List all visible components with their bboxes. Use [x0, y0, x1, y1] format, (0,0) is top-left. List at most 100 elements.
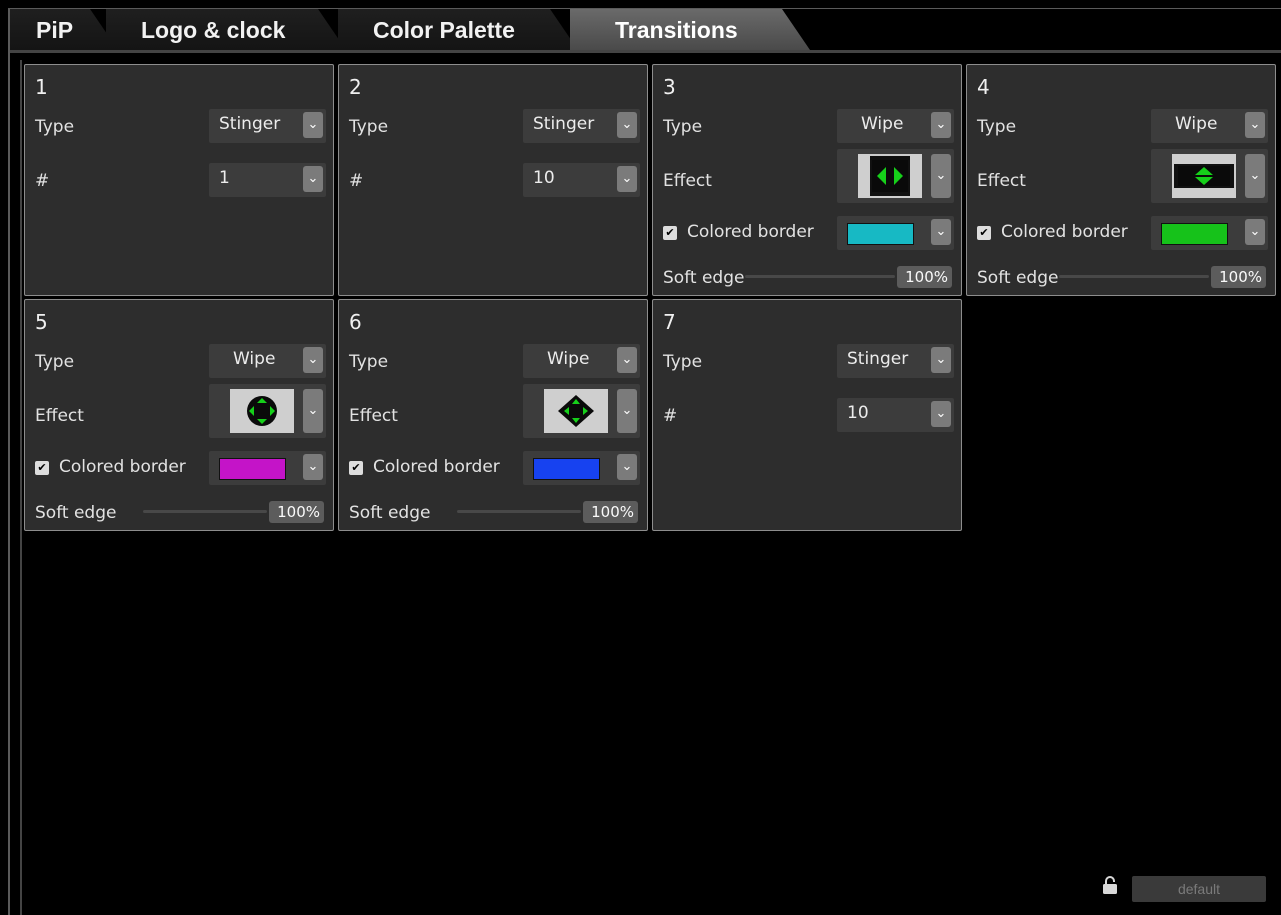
- chevron-down-icon: ⌄: [931, 347, 951, 373]
- stinger-number-select[interactable]: 1 ⌄: [209, 163, 326, 197]
- panel-number: 1: [35, 75, 48, 99]
- tab-color-palette[interactable]: Color Palette: [338, 9, 578, 50]
- panel-number: 5: [35, 310, 48, 334]
- transition-panel-3: 3 Type Wipe ⌄ Effect ⌄ ✔ Colored border …: [652, 64, 962, 296]
- horizontal-split-wipe-icon: [858, 154, 922, 198]
- effect-label: Effect: [349, 406, 398, 426]
- effect-select[interactable]: ⌄: [209, 384, 326, 438]
- panel-number: 6: [349, 310, 362, 334]
- chevron-down-icon: ⌄: [303, 112, 323, 138]
- colored-border-checkbox[interactable]: ✔: [977, 226, 991, 240]
- panel-number: 2: [349, 75, 362, 99]
- type-label: Type: [349, 117, 389, 137]
- transition-panel-2: 2 Type Stinger ⌄ # 10 ⌄: [338, 64, 648, 296]
- chevron-down-icon: ⌄: [931, 112, 951, 138]
- chevron-down-icon: ⌄: [931, 401, 951, 427]
- effect-select[interactable]: ⌄: [523, 384, 640, 438]
- soft-edge-slider[interactable]: [457, 510, 581, 513]
- chevron-down-icon: ⌄: [931, 219, 951, 245]
- type-select[interactable]: Stinger ⌄: [209, 109, 326, 143]
- chevron-down-icon: ⌄: [303, 454, 323, 480]
- stinger-number-select[interactable]: 10 ⌄: [837, 398, 954, 432]
- vertical-split-wipe-icon: [1172, 154, 1236, 198]
- type-select-value: Stinger: [533, 114, 595, 134]
- chevron-down-icon: ⌄: [1245, 219, 1265, 245]
- type-label: Type: [663, 117, 703, 137]
- type-select-value: Wipe: [861, 114, 904, 134]
- chevron-down-icon: ⌄: [303, 389, 323, 433]
- type-label: Type: [663, 352, 703, 372]
- soft-edge-label: Soft edge: [35, 503, 117, 523]
- soft-edge-label: Soft edge: [349, 503, 431, 523]
- chevron-down-icon: ⌄: [303, 166, 323, 192]
- colored-border-checkbox[interactable]: ✔: [663, 226, 677, 240]
- stinger-number-value: 10: [847, 403, 869, 423]
- transition-panel-1: 1 Type Stinger ⌄ # 1 ⌄: [24, 64, 334, 296]
- circle-wipe-icon: [230, 389, 294, 433]
- soft-edge-slider[interactable]: [1059, 275, 1209, 278]
- type-select-value: Wipe: [1175, 114, 1218, 134]
- border-color-select[interactable]: ⌄: [837, 216, 954, 250]
- soft-edge-slider[interactable]: [143, 510, 267, 513]
- effect-label: Effect: [663, 171, 712, 191]
- colored-border-checkbox[interactable]: ✔: [349, 461, 363, 475]
- colored-border-checkbox[interactable]: ✔: [35, 461, 49, 475]
- soft-edge-value[interactable]: 100%: [897, 266, 952, 288]
- border-color-swatch: [847, 223, 914, 245]
- type-select-value: Wipe: [547, 349, 590, 369]
- chevron-down-icon: ⌄: [303, 347, 323, 373]
- tab-transitions-label: Transitions: [615, 17, 738, 43]
- type-label: Type: [35, 352, 75, 372]
- tab-divider: [10, 50, 1281, 53]
- stinger-number-select[interactable]: 10 ⌄: [523, 163, 640, 197]
- chevron-down-icon: ⌄: [617, 454, 637, 480]
- type-select-value: Wipe: [233, 349, 276, 369]
- border-color-swatch: [533, 458, 600, 480]
- type-label: Type: [349, 352, 389, 372]
- border-color-select[interactable]: ⌄: [1151, 216, 1268, 250]
- chevron-down-icon: ⌄: [1245, 112, 1265, 138]
- effect-select[interactable]: ⌄: [1151, 149, 1268, 203]
- type-select[interactable]: Wipe ⌄: [209, 344, 326, 378]
- border-color-select[interactable]: ⌄: [523, 451, 640, 485]
- tab-transitions[interactable]: Transitions: [570, 9, 810, 50]
- tab-logo-clock-label: Logo & clock: [141, 17, 286, 43]
- border-color-swatch: [219, 458, 286, 480]
- diamond-wipe-icon: [544, 389, 608, 433]
- type-select[interactable]: Wipe ⌄: [837, 109, 954, 143]
- default-button[interactable]: default: [1132, 876, 1266, 902]
- type-label: Type: [977, 117, 1017, 137]
- colored-border-label: Colored border: [1001, 222, 1128, 242]
- chevron-down-icon: ⌄: [617, 347, 637, 373]
- type-select[interactable]: Wipe ⌄: [523, 344, 640, 378]
- chevron-down-icon: ⌄: [617, 166, 637, 192]
- tab-logo-clock[interactable]: Logo & clock: [106, 9, 346, 50]
- colored-border-label: Colored border: [373, 457, 500, 477]
- stinger-number-value: 1: [219, 168, 230, 188]
- transition-panel-7: 7 Type Stinger ⌄ # 10 ⌄: [652, 299, 962, 531]
- effect-select[interactable]: ⌄: [837, 149, 954, 203]
- panel-number: 4: [977, 75, 990, 99]
- stinger-number-label: #: [35, 171, 50, 191]
- type-label: Type: [35, 117, 75, 137]
- tab-pip-label: PiP: [36, 17, 74, 43]
- border-color-swatch: [1161, 223, 1228, 245]
- soft-edge-slider[interactable]: [745, 275, 895, 278]
- tab-pip[interactable]: PiP: [10, 9, 118, 50]
- soft-edge-value[interactable]: 100%: [269, 501, 324, 523]
- chevron-down-icon: ⌄: [617, 389, 637, 433]
- chevron-down-icon: ⌄: [617, 112, 637, 138]
- soft-edge-value[interactable]: 100%: [583, 501, 638, 523]
- type-select[interactable]: Stinger ⌄: [837, 344, 954, 378]
- type-select[interactable]: Stinger ⌄: [523, 109, 640, 143]
- lock-icon[interactable]: [1102, 875, 1118, 895]
- tab-bar: PiP Logo & clock Color Palette Transitio…: [10, 9, 1281, 52]
- soft-edge-label: Soft edge: [663, 268, 745, 288]
- border-color-select[interactable]: ⌄: [209, 451, 326, 485]
- transition-panel-6: 6 Type Wipe ⌄ Effect ⌄ ✔ Colored border …: [338, 299, 648, 531]
- panel-number: 3: [663, 75, 676, 99]
- colored-border-label: Colored border: [687, 222, 814, 242]
- tab-color-palette-label: Color Palette: [373, 17, 515, 43]
- type-select[interactable]: Wipe ⌄: [1151, 109, 1268, 143]
- soft-edge-value[interactable]: 100%: [1211, 266, 1266, 288]
